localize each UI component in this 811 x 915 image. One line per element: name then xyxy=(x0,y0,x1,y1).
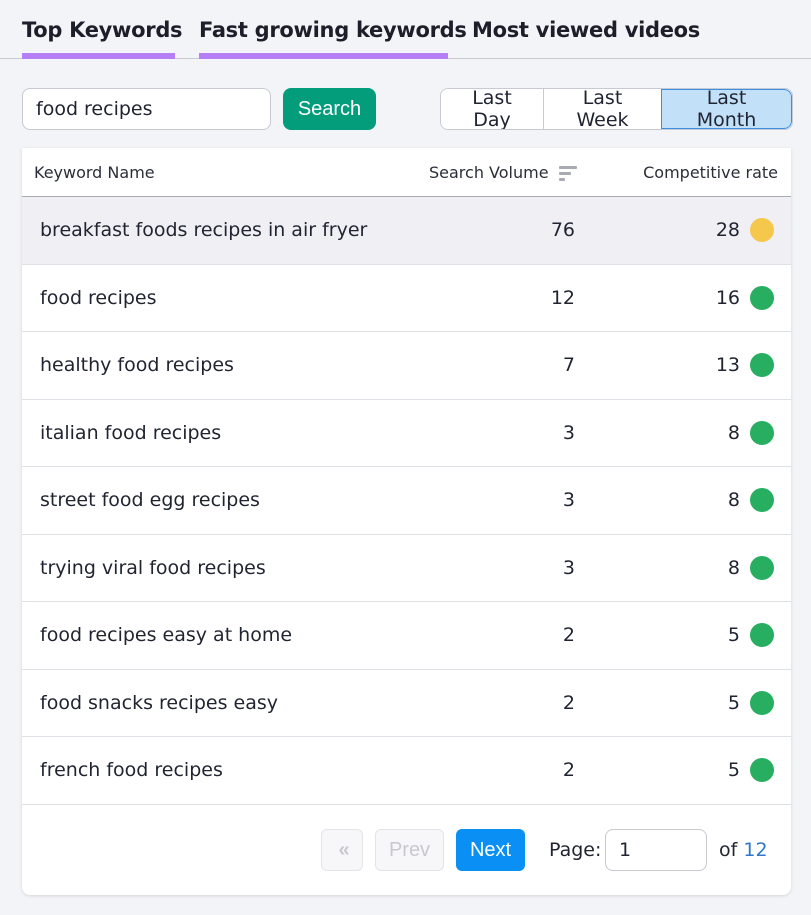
search-volume: 3 xyxy=(562,489,575,511)
search-volume: 2 xyxy=(562,759,575,781)
first-page-button[interactable]: « xyxy=(321,829,363,871)
search-volume: 76 xyxy=(550,219,575,241)
competitive-rate: 13 xyxy=(716,353,774,377)
tab-underline xyxy=(199,53,448,59)
search-volume: 3 xyxy=(562,421,575,444)
competitive-rate-value: 5 xyxy=(727,691,740,714)
keyword-name: italian food recipes xyxy=(40,421,222,444)
search-volume: 7 xyxy=(562,354,575,376)
keyword-name: street food egg recipes xyxy=(40,489,260,511)
range-last-week-button[interactable]: Last Week xyxy=(543,89,661,129)
range-last-month-button[interactable]: Last Month xyxy=(661,89,792,129)
status-dot-icon xyxy=(750,555,774,580)
search-volume: 2 xyxy=(562,691,575,714)
table-row[interactable]: trying viral food recipes 3 8 xyxy=(22,535,791,602)
tab-label: Fast growing keywords xyxy=(199,18,467,42)
tab-label: Most viewed videos xyxy=(472,18,700,42)
pagination: « Prev Next Page: of 12 xyxy=(22,829,791,871)
column-header-keyword-name: Keyword Name xyxy=(34,163,155,182)
competitive-rate: 5 xyxy=(728,758,774,782)
of-label: of xyxy=(719,839,738,861)
table-row[interactable]: french food recipes 2 5 xyxy=(22,737,791,805)
keyword-name: healthy food recipes xyxy=(40,354,234,376)
page-label: Page: xyxy=(549,839,602,861)
table-row[interactable]: food recipes 12 16 xyxy=(22,265,791,332)
sort-icon[interactable] xyxy=(558,165,579,181)
search-input[interactable] xyxy=(22,88,271,130)
competitive-rate: 8 xyxy=(728,488,774,512)
status-dot-icon xyxy=(750,690,774,715)
search-volume: 2 xyxy=(562,624,575,646)
total-pages-link[interactable]: 12 xyxy=(743,839,767,861)
keyword-name: food recipes easy at home xyxy=(40,624,293,646)
keywords-table-card: Keyword Name Search Volume Competitive r… xyxy=(22,148,791,895)
keyword-name: trying viral food recipes xyxy=(40,556,266,579)
column-header-search-volume[interactable]: Search Volume xyxy=(429,163,579,182)
status-dot-icon xyxy=(750,758,774,782)
tab-most-viewed-videos[interactable]: Most viewed videos xyxy=(472,14,700,59)
table-row[interactable]: breakfast foods recipes in air fryer 76 28 xyxy=(22,197,791,265)
competitive-rate-value: 8 xyxy=(727,556,740,579)
competitive-rate-value: 5 xyxy=(727,624,740,646)
search-volume: 3 xyxy=(562,556,575,579)
keyword-name: french food recipes xyxy=(40,759,223,781)
tab-top-keywords[interactable]: Top Keywords xyxy=(22,14,183,59)
column-header-competitive-rate: Competitive rate xyxy=(643,163,778,182)
competitive-rate: 16 xyxy=(715,285,774,310)
table-row[interactable]: italian food recipes 3 8 xyxy=(22,400,791,467)
competitive-rate-value: 28 xyxy=(715,219,740,241)
column-header-label: Search Volume xyxy=(429,163,549,182)
competitive-rate: 5 xyxy=(728,623,774,647)
table-row[interactable]: healthy food recipes 7 13 xyxy=(22,332,791,400)
tab-fast-growing-keywords[interactable]: Fast growing keywords xyxy=(199,14,467,59)
competitive-rate-value: 8 xyxy=(727,489,740,511)
page-total: of 12 xyxy=(719,839,768,861)
status-dot-icon xyxy=(750,488,774,512)
table-header: Keyword Name Search Volume Competitive r… xyxy=(22,148,791,197)
table-row[interactable]: street food egg recipes 3 8 xyxy=(22,467,791,535)
status-dot-icon xyxy=(750,623,774,647)
table-row[interactable]: food recipes easy at home 2 5 xyxy=(22,602,791,670)
keyword-name: food recipes xyxy=(40,286,157,309)
keyword-name: food snacks recipes easy xyxy=(40,691,278,714)
tab-bar: Top Keywords Fast growing keywords Most … xyxy=(0,0,811,59)
keyword-name: breakfast foods recipes in air fryer xyxy=(40,219,368,241)
table-body: breakfast foods recipes in air fryer 76 28… xyxy=(22,197,791,805)
competitive-rate-value: 8 xyxy=(727,421,740,444)
tab-label: Top Keywords xyxy=(22,18,183,42)
competitive-rate: 28 xyxy=(716,218,774,242)
prev-page-button[interactable]: Prev xyxy=(375,829,444,871)
double-chevron-left-icon: « xyxy=(338,838,349,861)
next-page-button[interactable]: Next xyxy=(456,829,525,871)
search-button[interactable]: Search xyxy=(283,88,376,130)
competitive-rate: 5 xyxy=(727,690,774,715)
competitive-rate-value: 13 xyxy=(715,354,740,376)
range-last-day-button[interactable]: Last Day xyxy=(441,89,543,129)
search-volume: 12 xyxy=(550,286,575,309)
table-row[interactable]: food snacks recipes easy 2 5 xyxy=(22,670,791,737)
status-dot-icon xyxy=(750,218,774,242)
status-dot-icon xyxy=(750,285,774,310)
competitive-rate-value: 5 xyxy=(727,759,740,781)
page-number-input[interactable] xyxy=(605,829,707,871)
status-dot-icon xyxy=(750,420,774,445)
competitive-rate: 8 xyxy=(727,420,774,445)
time-range-toggle: Last Day Last Week Last Month xyxy=(440,88,793,130)
competitive-rate: 8 xyxy=(727,555,774,580)
tab-underline xyxy=(22,53,175,59)
status-dot-icon xyxy=(750,353,774,377)
competitive-rate-value: 16 xyxy=(715,286,740,309)
